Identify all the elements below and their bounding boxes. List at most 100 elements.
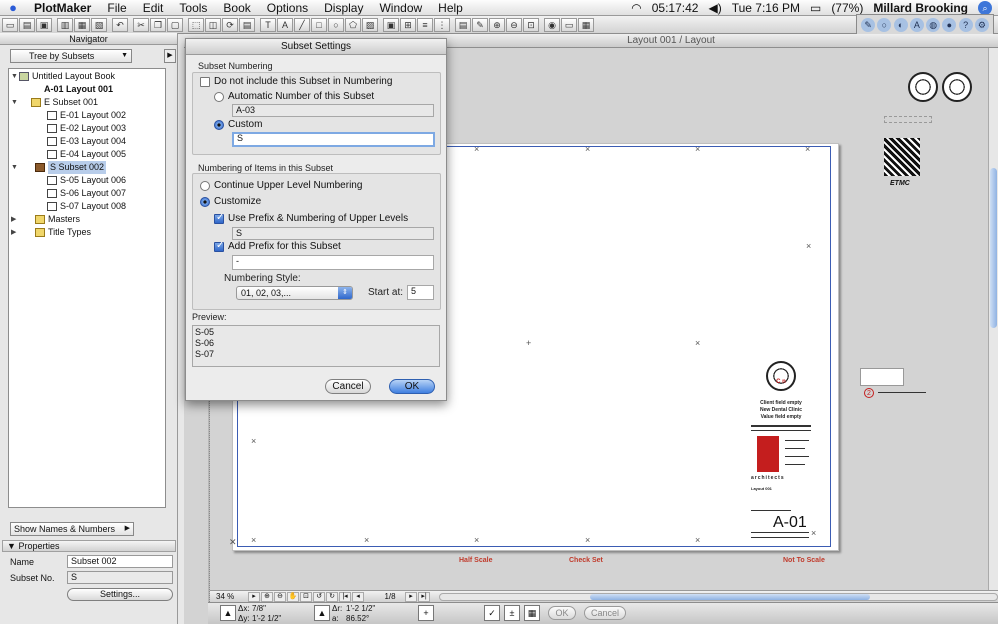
line-tool-icon[interactable]: ╱ — [294, 17, 310, 32]
custom-number-radio[interactable]: Custom — [214, 119, 262, 130]
tree-item-layout-s05[interactable]: S-05 Layout 006 — [47, 174, 126, 187]
tree-item-layout-book[interactable]: ▼ Untitled Layout Book — [11, 70, 115, 83]
tree-item-layout-s07[interactable]: S-07 Layout 008 — [47, 200, 126, 213]
pan-icon[interactable]: ✋ — [287, 591, 299, 602]
disclosure-triangle-icon[interactable]: ▶ — [11, 226, 19, 239]
placeholder-frame[interactable] — [884, 116, 932, 123]
volume-icon[interactable]: ◀) — [708, 1, 721, 15]
add-prefix-input[interactable]: - — [232, 255, 434, 270]
checkbox-box[interactable] — [214, 240, 224, 252]
sphere-palette-icon[interactable]: ● — [942, 18, 957, 32]
drawing-manager-icon[interactable]: ▤ — [239, 17, 255, 32]
group-icon[interactable]: ▣ — [383, 17, 399, 32]
menu-edit[interactable]: Edit — [135, 0, 172, 16]
tree-item-layout-e03[interactable]: E-03 Layout 004 — [47, 135, 126, 148]
menubar-clock-b[interactable]: Tue 7:16 PM — [732, 1, 800, 15]
tree-item-subset-e[interactable]: ▼ E Subset 001 — [11, 96, 98, 109]
tree-item-layout-a01[interactable]: A-01 Layout 001 — [35, 83, 113, 96]
text-tool-icon[interactable]: T — [260, 17, 276, 32]
use-prefix-checkbox[interactable]: Use Prefix & Numbering of Upper Levels — [214, 212, 408, 224]
numbering-style-select[interactable]: 01, 02, 03,... ⇕ — [236, 286, 353, 300]
cut-icon[interactable]: ✂ — [133, 17, 149, 32]
ungroup-icon[interactable]: ⊞ — [400, 17, 416, 32]
dr-value[interactable]: 1'-2 1/2" — [346, 604, 375, 613]
menu-window[interactable]: Window — [371, 0, 430, 16]
custom-number-input[interactable]: S — [232, 132, 435, 147]
vertical-scroll-thumb[interactable] — [990, 168, 997, 328]
prev-zoom-icon[interactable]: ↺ — [313, 591, 325, 602]
seal-stamp-icon[interactable] — [908, 72, 938, 102]
plus-minus-icon[interactable]: ± — [504, 605, 520, 621]
menu-options[interactable]: Options — [259, 0, 316, 16]
dy-value[interactable]: 1'-2 1/2" — [252, 614, 281, 623]
subset-no-field[interactable]: S — [67, 571, 173, 584]
dx-value[interactable]: 7/8" — [252, 604, 266, 613]
disclosure-triangle-icon[interactable]: ▼ — [11, 70, 19, 83]
disclosure-triangle-icon[interactable]: ▶ — [11, 213, 19, 226]
battery-icon[interactable]: ▭ — [810, 1, 821, 15]
tree-item-layout-e01[interactable]: E-01 Layout 002 — [47, 109, 126, 122]
zoom-menu-icon[interactable]: ▸ — [248, 591, 260, 602]
next-zoom-icon[interactable]: ↻ — [326, 591, 338, 602]
window-icon[interactable]: ▭ — [561, 17, 577, 32]
navigator-view-select[interactable]: Tree by Subsets ▼ — [10, 49, 132, 63]
zoom-out-icon[interactable]: ⊖ — [506, 17, 522, 32]
circle-tool-icon[interactable]: ○ — [328, 17, 344, 32]
menu-display[interactable]: Display — [316, 0, 371, 16]
fit-icon[interactable]: ⊡ — [300, 591, 312, 602]
radio-button[interactable] — [214, 119, 224, 130]
spotlight-icon[interactable]: ⌕ — [978, 0, 992, 15]
envelope-icon[interactable] — [860, 368, 904, 386]
check-icon[interactable]: ✓ — [484, 605, 500, 621]
start-at-input[interactable]: 5 — [407, 285, 434, 300]
paste-icon[interactable]: ▢ — [167, 17, 183, 32]
cancel-button[interactable]: Cancel — [325, 379, 371, 394]
update-drawing-icon[interactable]: ⟳ — [222, 17, 238, 32]
layer-icon[interactable]: ▤ — [455, 17, 471, 32]
text-palette-icon[interactable]: A — [909, 18, 924, 32]
last-page-icon[interactable]: ▸| — [418, 591, 430, 602]
copy-icon[interactable]: ❐ — [150, 17, 166, 32]
vertical-scrollbar[interactable] — [988, 48, 998, 590]
add-icon[interactable]: + — [418, 605, 434, 621]
pen-icon[interactable]: ✎ — [472, 17, 488, 32]
coord-cancel-button[interactable]: Cancel — [584, 606, 626, 620]
zoom-level[interactable]: 34 % — [210, 591, 248, 602]
callout-marker[interactable]: 2 — [864, 388, 874, 398]
menu-book[interactable]: Book — [215, 0, 258, 16]
fill-tool-icon[interactable]: ▨ — [362, 17, 378, 32]
ok-button[interactable]: OK — [389, 379, 435, 394]
disclosure-triangle-icon[interactable]: ▼ — [7, 541, 16, 551]
disclosure-triangle-icon[interactable]: ▼ — [11, 161, 19, 174]
horizontal-scrollbar[interactable] — [439, 592, 998, 601]
fit-window-icon[interactable]: ⊡ — [523, 17, 539, 32]
disclosure-triangle-icon[interactable]: ▼ — [11, 96, 19, 109]
seal-stamp-icon[interactable] — [942, 72, 972, 102]
next-page-icon[interactable]: ▸ — [405, 591, 417, 602]
polygon-tool-icon[interactable]: ⬠ — [345, 17, 361, 32]
place-drawing-icon[interactable]: ◫ — [205, 17, 221, 32]
snap-grid-icon[interactable]: ▦ — [524, 605, 540, 621]
horizontal-scroll-thumb[interactable] — [590, 593, 870, 600]
label-tool-icon[interactable]: A — [277, 17, 293, 32]
menu-help[interactable]: Help — [430, 0, 471, 16]
name-field[interactable]: Subset 002 — [67, 555, 173, 568]
print-icon[interactable]: ▥ — [57, 17, 73, 32]
tree-item-title-types[interactable]: ▶ Title Types — [11, 226, 91, 239]
preview-icon[interactable]: ◉ — [544, 17, 560, 32]
properties-header[interactable]: ▼ Properties — [2, 540, 176, 552]
radio-button[interactable] — [200, 180, 210, 191]
do-not-include-checkbox[interactable]: Do not include this Subset in Numbering — [200, 76, 392, 87]
prev-page-icon[interactable]: ◂ — [352, 591, 364, 602]
wifi-icon[interactable]: ◠ — [631, 1, 641, 15]
menu-file[interactable]: File — [99, 0, 134, 16]
customize-radio[interactable]: Customize — [200, 196, 261, 207]
rect-tool-icon[interactable]: □ — [311, 17, 327, 32]
radio-button[interactable] — [214, 91, 224, 102]
fill-palette-icon[interactable]: ◐ — [893, 18, 908, 32]
tree-item-layout-s06[interactable]: S-06 Layout 007 — [47, 187, 126, 200]
zoom-in-icon[interactable]: ⊕ — [489, 17, 505, 32]
polar-mode-icon[interactable]: ▲ — [314, 605, 330, 621]
add-prefix-checkbox[interactable]: Add Prefix for this Subset — [214, 240, 341, 252]
navigator-options-button[interactable]: ▶ — [164, 49, 176, 63]
